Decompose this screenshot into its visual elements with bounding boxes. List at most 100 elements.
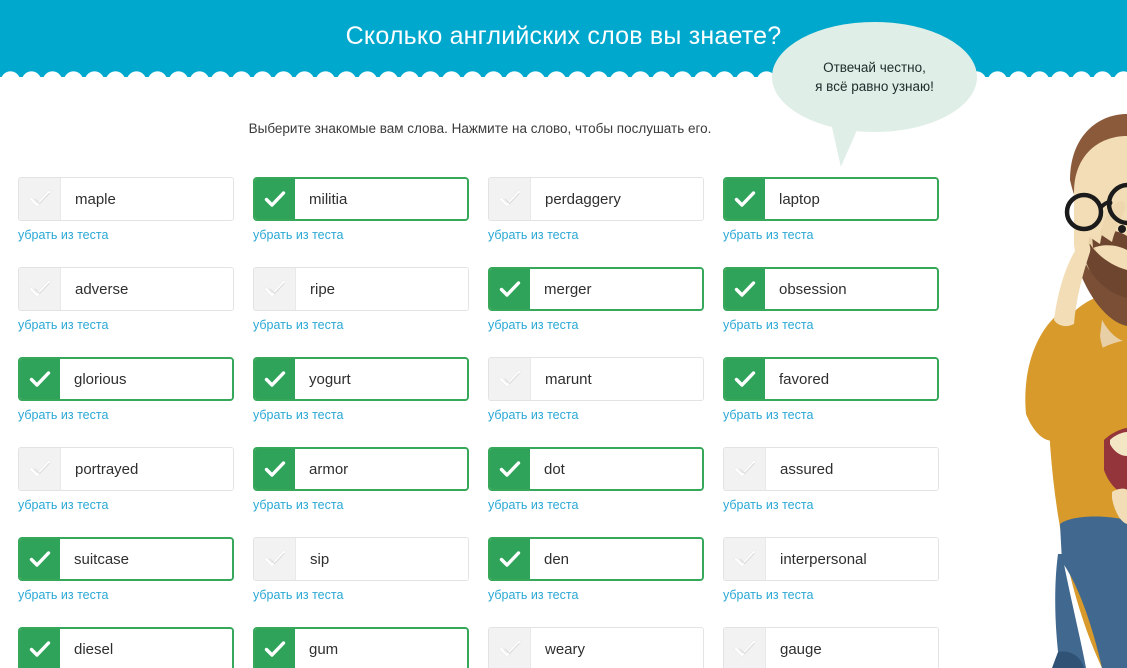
remove-from-test-link[interactable]: убрать из теста <box>18 588 108 602</box>
check-icon-unselected[interactable] <box>19 268 61 310</box>
word-button[interactable]: maple <box>18 177 234 221</box>
remove-from-test-link[interactable]: убрать из теста <box>253 228 343 242</box>
check-icon-unselected[interactable] <box>19 448 61 490</box>
word-button[interactable]: favored <box>723 357 939 401</box>
check-icon-unselected[interactable] <box>724 448 766 490</box>
check-icon-selected[interactable] <box>20 539 60 579</box>
word-label: suitcase <box>60 539 232 579</box>
word-button[interactable]: gauge <box>723 627 939 668</box>
word-button[interactable]: armor <box>253 447 469 491</box>
word-label: diesel <box>60 629 232 668</box>
check-icon-selected[interactable] <box>725 179 765 219</box>
remove-from-test-link[interactable]: убрать из теста <box>18 498 108 512</box>
word-button[interactable]: diesel <box>18 627 234 668</box>
word-button[interactable]: suitcase <box>18 537 234 581</box>
word-button[interactable]: yogurt <box>253 357 469 401</box>
check-icon-selected[interactable] <box>255 179 295 219</box>
remove-from-test-link[interactable]: убрать из теста <box>253 588 343 602</box>
remove-from-test-link[interactable]: убрать из теста <box>488 318 578 332</box>
word-label: weary <box>531 628 703 668</box>
check-icon-unselected[interactable] <box>724 538 766 580</box>
word-card: portrayed убрать из теста <box>18 447 234 514</box>
check-icon-unselected[interactable] <box>724 628 766 668</box>
word-label: armor <box>295 449 467 489</box>
check-icon-selected[interactable] <box>20 359 60 399</box>
word-card: laptop убрать из теста <box>723 177 939 244</box>
word-card: gaugeубрать из теста <box>723 627 939 668</box>
word-label: ripe <box>296 268 468 310</box>
remove-from-test-link[interactable]: убрать из теста <box>723 408 813 422</box>
word-button[interactable]: sip <box>253 537 469 581</box>
remove-from-test-link[interactable]: убрать из теста <box>723 318 813 332</box>
speech-bubble-body: Отвечай честно, я всё равно узнаю! <box>772 22 977 132</box>
word-button[interactable]: dot <box>488 447 704 491</box>
word-card: merger убрать из теста <box>488 267 704 334</box>
remove-from-test-link[interactable]: убрать из теста <box>18 408 108 422</box>
word-card: armor убрать из теста <box>253 447 469 514</box>
word-button[interactable]: marunt <box>488 357 704 401</box>
check-icon-unselected[interactable] <box>19 178 61 220</box>
word-label: laptop <box>765 179 937 219</box>
check-icon-selected[interactable] <box>20 629 60 668</box>
word-label: sip <box>296 538 468 580</box>
remove-from-test-link[interactable]: убрать из теста <box>723 588 813 602</box>
word-label: yogurt <box>295 359 467 399</box>
remove-from-test-link[interactable]: убрать из теста <box>18 228 108 242</box>
word-button[interactable]: adverse <box>18 267 234 311</box>
word-card: perdaggery убрать из теста <box>488 177 704 244</box>
word-label: adverse <box>61 268 233 310</box>
check-icon-selected[interactable] <box>490 539 530 579</box>
remove-from-test-link[interactable]: убрать из теста <box>488 498 578 512</box>
word-label: portrayed <box>61 448 233 490</box>
word-button[interactable]: interpersonal <box>723 537 939 581</box>
word-card: sip убрать из теста <box>253 537 469 604</box>
word-button[interactable]: laptop <box>723 177 939 221</box>
check-icon-unselected[interactable] <box>254 538 296 580</box>
word-test-page: Сколько английских слов вы знаете? Отвеч… <box>0 0 1127 668</box>
word-card: assured убрать из теста <box>723 447 939 514</box>
check-icon-selected[interactable] <box>255 449 295 489</box>
word-button[interactable]: portrayed <box>18 447 234 491</box>
check-icon-selected[interactable] <box>725 359 765 399</box>
check-icon-selected[interactable] <box>255 629 295 668</box>
word-card: suitcase убрать из теста <box>18 537 234 604</box>
remove-from-test-link[interactable]: убрать из теста <box>253 408 343 422</box>
word-grid: maple убрать из теста militia убрать из тес… <box>18 177 958 668</box>
word-button[interactable]: den <box>488 537 704 581</box>
illustration-bearded-man <box>952 84 1127 668</box>
check-icon-selected[interactable] <box>490 449 530 489</box>
check-icon-selected[interactable] <box>725 269 765 309</box>
check-icon-selected[interactable] <box>490 269 530 309</box>
word-button[interactable]: glorious <box>18 357 234 401</box>
word-label: interpersonal <box>766 538 938 580</box>
word-card: dot убрать из теста <box>488 447 704 514</box>
word-button[interactable]: perdaggery <box>488 177 704 221</box>
remove-from-test-link[interactable]: убрать из теста <box>488 228 578 242</box>
remove-from-test-link[interactable]: убрать из теста <box>723 228 813 242</box>
check-icon-unselected[interactable] <box>489 178 531 220</box>
word-button[interactable]: assured <box>723 447 939 491</box>
word-card: wearyубрать из теста <box>488 627 704 668</box>
remove-from-test-link[interactable]: убрать из теста <box>723 498 813 512</box>
word-label: merger <box>530 269 702 309</box>
word-button[interactable]: obsession <box>723 267 939 311</box>
check-icon-unselected[interactable] <box>489 628 531 668</box>
word-button[interactable]: ripe <box>253 267 469 311</box>
check-icon-selected[interactable] <box>255 359 295 399</box>
remove-from-test-link[interactable]: убрать из теста <box>253 498 343 512</box>
word-button[interactable]: merger <box>488 267 704 311</box>
remove-from-test-link[interactable]: убрать из теста <box>488 408 578 422</box>
remove-from-test-link[interactable]: убрать из теста <box>253 318 343 332</box>
check-icon-unselected[interactable] <box>254 268 296 310</box>
word-button[interactable]: weary <box>488 627 704 668</box>
word-button[interactable]: gum <box>253 627 469 668</box>
remove-from-test-link[interactable]: убрать из теста <box>18 318 108 332</box>
remove-from-test-link[interactable]: убрать из теста <box>488 588 578 602</box>
word-card: yogurt убрать из теста <box>253 357 469 424</box>
word-card: ripe убрать из теста <box>253 267 469 334</box>
word-card: marunt убрать из теста <box>488 357 704 424</box>
word-button[interactable]: militia <box>253 177 469 221</box>
word-card: den убрать из теста <box>488 537 704 604</box>
check-icon-unselected[interactable] <box>489 358 531 400</box>
speech-bubble-text: Отвечай честно, я всё равно узнаю! <box>815 60 934 94</box>
